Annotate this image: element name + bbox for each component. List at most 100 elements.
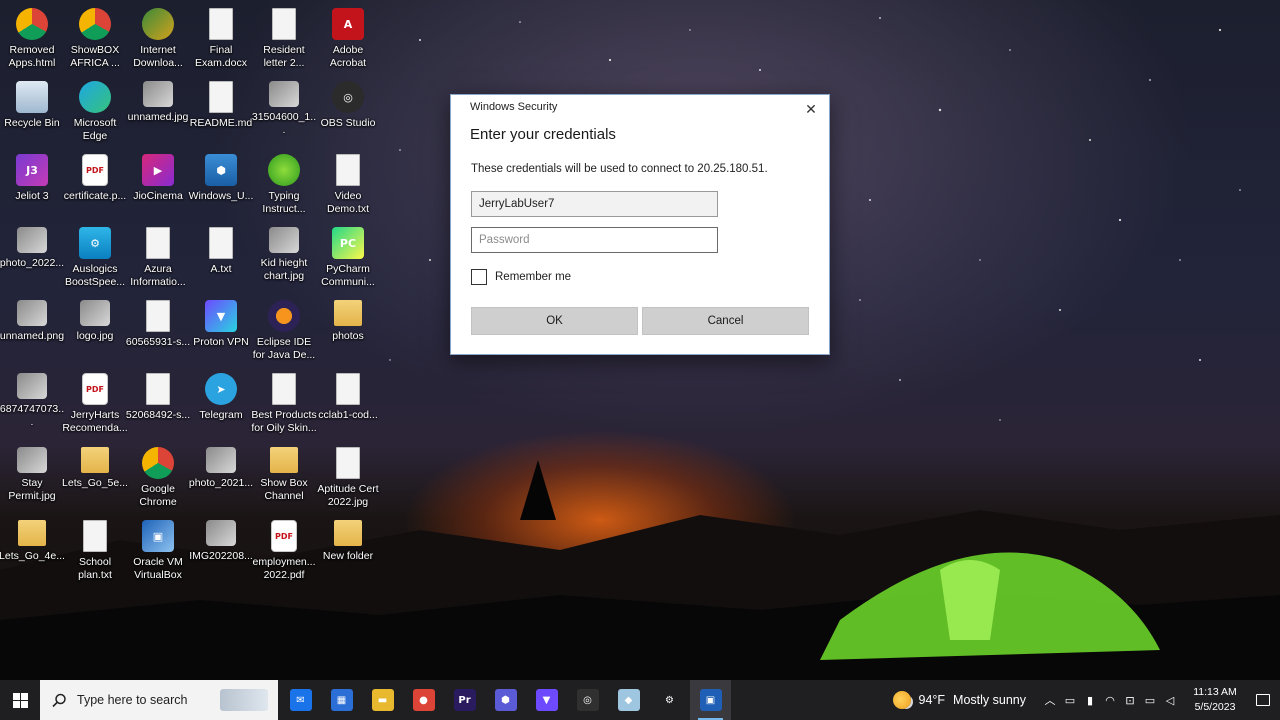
desktop-icon[interactable]: Lets_Go_4e... (0, 516, 65, 586)
desktop-icon[interactable]: Resident letter 2... (252, 4, 316, 74)
desktop-icon[interactable]: Removed Apps.html (0, 4, 64, 74)
desktop-icon[interactable]: photos (316, 296, 380, 366)
proton-vpn-icon: ▼ (535, 689, 558, 711)
desktop-icon[interactable]: ▼ Proton VPN (189, 296, 253, 366)
taskbar-clock[interactable]: 11:13 AM 5/5/2023 (1184, 685, 1246, 715)
folder-icon (270, 447, 298, 473)
obs-icon: ◎ (332, 81, 364, 113)
desktop-icon[interactable]: README.md (189, 77, 253, 147)
partly-sunny-icon (892, 691, 911, 709)
desktop-icon[interactable]: unnamed.jpg (126, 77, 190, 147)
desktop-icon[interactable]: 6874747073... (0, 369, 64, 439)
desktop-icon[interactable]: Azura Informatio... (126, 223, 190, 293)
remember-me-checkbox[interactable]: Remember me (471, 269, 571, 285)
desktop-icon[interactable]: 52068492-s... (126, 369, 190, 439)
desktop-icon-label: A.txt (210, 263, 232, 275)
desktop-icon[interactable]: photo_2022... (0, 223, 64, 293)
volume-icon[interactable]: ◁ (1160, 680, 1180, 720)
taskbar-app-app-light[interactable]: ◆ (608, 680, 649, 720)
desktop-icon[interactable]: A Adobe Acrobat (316, 4, 380, 74)
desktop-icon[interactable]: Final Exam.docx (189, 4, 253, 74)
desktop-icon[interactable]: logo.jpg (63, 296, 127, 366)
desktop-icon-label: Lets_Go_4e... (0, 550, 65, 562)
dialog-caption: Windows Security (470, 101, 558, 113)
taskbar-app-mail[interactable]: ✉ (280, 680, 321, 720)
wifi-icon[interactable]: ◠ (1100, 680, 1120, 720)
desktop-icon[interactable]: 60565931-s... (126, 296, 190, 366)
doc-icon (209, 8, 233, 40)
desktop-icon[interactable]: Microsoft Edge (63, 77, 127, 147)
desktop-icon[interactable]: Lets_Go_5e... (62, 443, 128, 513)
desktop-icon[interactable]: employmen... 2022.pdf (252, 516, 316, 586)
desktop-icon[interactable]: Aptitude Cert 2022.jpg (316, 443, 380, 513)
desktop-icon-label: photos (332, 330, 364, 342)
checkbox-box[interactable] (471, 269, 487, 285)
taskbar-app-chrome[interactable]: ● (403, 680, 444, 720)
battery-icon[interactable]: ▭ (1140, 680, 1160, 720)
desktop-icon[interactable]: ◎ OBS Studio (316, 77, 380, 147)
desktop-icon[interactable]: ➤ Telegram (189, 369, 253, 439)
desktop-icon[interactable]: Eclipse IDE for Java De... (252, 296, 316, 366)
desktop-icon[interactable]: A.txt (189, 223, 253, 293)
taskbar-app-remote-desktop[interactable]: ▣ (690, 680, 731, 720)
password-field[interactable] (471, 227, 718, 253)
desktop-icon[interactable]: cclab1-cod... (316, 369, 380, 439)
microphone-icon[interactable]: ▮ (1080, 680, 1100, 720)
taskbar-search-box[interactable]: Type here to search (40, 680, 278, 720)
cancel-button[interactable]: Cancel (642, 307, 809, 335)
start-button[interactable] (0, 680, 40, 720)
taskbar-app-store[interactable]: ▦ (321, 680, 362, 720)
desktop-icon-label: IMG202208... (189, 550, 253, 562)
desktop-icon-label: cclab1-cod... (318, 409, 378, 421)
security-icon[interactable]: ⊡ (1120, 680, 1140, 720)
desktop-icon[interactable]: photo_2021... (189, 443, 253, 513)
desktop-icon-label: Microsoft Edge (73, 117, 117, 142)
desktop-icon-grid: Removed Apps.html ShowBOX AFRICA ... Inter… (0, 0, 380, 680)
auslogics-icon: ⚙ (79, 227, 111, 259)
username-field[interactable] (471, 191, 718, 217)
doc-icon (336, 154, 360, 186)
taskbar-app-file-explorer[interactable]: ▬ (362, 680, 403, 720)
desktop-icon[interactable]: Internet Downloa... (126, 4, 190, 74)
doc-icon (272, 373, 296, 405)
desktop-icon[interactable]: Stay Permit.jpg (0, 443, 64, 513)
taskbar-app-premiere-pro[interactable]: Pr (444, 680, 485, 720)
desktop-icon[interactable]: PC PyCharm Communi... (316, 223, 380, 293)
desktop-icon[interactable]: IMG202208... (189, 516, 253, 586)
taskbar-app-settings[interactable]: ⚙ (649, 680, 690, 720)
desktop-icon[interactable]: ShowBOX AFRICA ... (63, 4, 127, 74)
desktop-icon[interactable]: Typing Instruct... (252, 150, 316, 220)
desktop-icon[interactable]: Show Box Channel (252, 443, 316, 513)
desktop-icon[interactable]: ⬢ Windows_U... (189, 150, 253, 220)
desktop-icon[interactable]: JerryHarts Recomenda... (62, 369, 128, 439)
desktop-icon[interactable]: ⚙ Auslogics BoostSpee... (63, 223, 127, 293)
camera-icon[interactable]: ▭ (1060, 680, 1080, 720)
desktop-icon-label: certificate.p... (63, 190, 127, 202)
desktop-icon[interactable]: certificate.p... (63, 150, 127, 220)
desktop-icon[interactable]: ▶ JioCinema (126, 150, 190, 220)
desktop-icon[interactable]: ▣ Oracle VM VirtualBox (126, 516, 190, 586)
chrome-icon (16, 8, 48, 40)
close-icon[interactable]: ✕ (799, 98, 823, 120)
desktop-icon-label: logo.jpg (76, 330, 114, 342)
taskbar-app-proton-vpn[interactable]: ▼ (526, 680, 567, 720)
taskbar-app-obs[interactable]: ◎ (567, 680, 608, 720)
desktop-icon[interactable]: New folder (316, 516, 380, 586)
weather-widget[interactable]: 94°F Mostly sunny (892, 691, 1026, 709)
notification-center-button[interactable] (1246, 680, 1280, 720)
desktop-icon[interactable]: 31504600_1... (252, 77, 316, 147)
desktop-icon-label: Internet Downloa... (133, 44, 183, 69)
taskbar-app-app-hex[interactable]: ⬢ (485, 680, 526, 720)
desktop-icon[interactable]: Kid hieght chart.jpg (252, 223, 316, 293)
desktop-icon-label: photo_2021... (188, 477, 254, 489)
ok-button[interactable]: OK (471, 307, 638, 335)
desktop-icon[interactable]: unnamed.png (0, 296, 64, 366)
desktop-icon[interactable]: Best Products for Oily Skin... (251, 369, 317, 439)
desktop-icon[interactable]: Recycle Bin (0, 77, 64, 147)
desktop-icon[interactable]: School plan.txt (63, 516, 127, 586)
desktop-icon[interactable]: J3 Jeliot 3 (0, 150, 64, 220)
desktop-icon[interactable]: Video Demo.txt (316, 150, 380, 220)
chevron-up-icon[interactable]: ︿ (1040, 680, 1060, 720)
desktop-icon[interactable]: Google Chrome (126, 443, 190, 513)
desktop-icon-label: Auslogics BoostSpee... (64, 263, 126, 288)
